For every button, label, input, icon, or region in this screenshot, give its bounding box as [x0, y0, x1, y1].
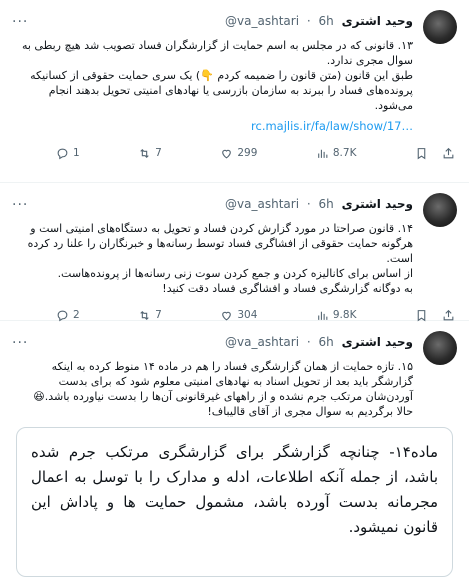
author-name[interactable]: وحید اشتری — [342, 197, 413, 211]
views-icon — [318, 311, 328, 320]
like-count: 299 — [237, 147, 258, 159]
views-button[interactable]: 8.7K — [316, 147, 357, 160]
tweet-text: ۱۵. تازه حمایت از همان گزارشگری فساد را … — [12, 359, 457, 419]
more-options-icon[interactable]: ··· — [12, 335, 28, 351]
tweet[interactable]: وحید اشتری @va_ashtari · 6h ··· ۱۵. تازه… — [0, 321, 469, 583]
tweet-paragraph: حالا برگردیم به سوال مجری از آقای قالیبا… — [207, 405, 413, 418]
like-button[interactable]: 299 — [220, 147, 257, 160]
action-bar: 1 7 299 8.7K — [12, 138, 457, 168]
views-button[interactable]: 9.8K — [316, 309, 357, 322]
tweet-header: وحید اشتری @va_ashtari · 6h ··· — [12, 191, 457, 227]
reply-button[interactable]: 1 — [56, 147, 80, 160]
views-icon — [318, 149, 328, 158]
tweet-paragraph: طبق این قانون (متن قانون را ضمیمه کردم 👇… — [30, 69, 413, 112]
retweet-count: 7 — [155, 147, 162, 159]
bookmark-icon[interactable] — [415, 309, 428, 322]
timestamp[interactable]: 6h — [319, 197, 334, 211]
tweet-meta: وحید اشتری @va_ashtari · 6h — [225, 14, 413, 28]
tweet-paragraph: به دوگانه گزارشگری فساد و افشاگری فساد د… — [162, 282, 413, 295]
retweet-count: 7 — [155, 309, 162, 321]
tweet-paragraph: ۱۴. قانون صراحتا در مورد گزارش کردن فساد… — [27, 222, 413, 265]
heart-icon — [222, 149, 232, 158]
tweet-meta: وحید اشتری @va_ashtari · 6h — [225, 197, 413, 211]
author-handle[interactable]: @va_ashtari — [225, 335, 299, 349]
reply-button[interactable]: 2 — [56, 309, 80, 322]
retweet-button[interactable]: 7 — [138, 309, 162, 322]
author-name[interactable]: وحید اشتری — [342, 14, 413, 28]
author-handle[interactable]: @va_ashtari — [225, 14, 299, 28]
retweet-icon — [140, 310, 149, 320]
tweet[interactable]: وحید اشتری @va_ashtari · 6h ··· ۱۳. قانو… — [0, 0, 469, 183]
bookmark-icon[interactable] — [415, 147, 428, 160]
reply-icon — [57, 310, 68, 321]
separator-dot: · — [306, 14, 311, 28]
tweet-paragraph: از اساس برای کانالیزه کردن و جمع کردن سو… — [57, 267, 413, 280]
views-count: 9.8K — [332, 309, 357, 321]
quoted-law-article[interactable]: ماده۱۴- چنانچه گزارشگر برای گزارشگری مرت… — [16, 427, 453, 577]
like-count: 304 — [237, 309, 258, 321]
timestamp[interactable]: 6h — [319, 335, 334, 349]
share-icon[interactable] — [442, 309, 455, 322]
tweet[interactable]: وحید اشتری @va_ashtari · 6h ··· ۱۴. قانو… — [0, 183, 469, 321]
more-options-icon[interactable]: ··· — [12, 197, 28, 213]
tweet-meta: وحید اشتری @va_ashtari · 6h — [225, 335, 413, 349]
avatar[interactable] — [423, 331, 457, 365]
like-button[interactable]: 304 — [220, 309, 257, 322]
tweet-paragraph: ۱۳. قانونی که در مجلس به اسم حمایت از گز… — [21, 39, 413, 67]
avatar[interactable] — [423, 10, 457, 44]
heart-icon — [222, 311, 232, 320]
separator-dot: · — [306, 335, 311, 349]
more-options-icon[interactable]: ··· — [12, 14, 28, 30]
reply-count: 2 — [73, 309, 80, 321]
tweet-link[interactable]: rc.majlis.ir/fa/law/show/17… — [16, 119, 413, 134]
views-count: 8.7K — [332, 147, 357, 159]
author-handle[interactable]: @va_ashtari — [225, 197, 299, 211]
timestamp[interactable]: 6h — [319, 14, 334, 28]
reply-count: 1 — [73, 147, 80, 159]
share-icon[interactable] — [442, 147, 455, 160]
avatar[interactable] — [423, 193, 457, 227]
author-name[interactable]: وحید اشتری — [342, 335, 413, 349]
retweet-icon — [140, 148, 149, 158]
reply-icon — [57, 148, 68, 159]
retweet-button[interactable]: 7 — [138, 147, 162, 160]
tweet-header: وحید اشتری @va_ashtari · 6h ··· — [12, 329, 457, 365]
tweet-text: ۱۳. قانونی که در مجلس به اسم حمایت از گز… — [12, 38, 457, 134]
tweet-text: ۱۴. قانون صراحتا در مورد گزارش کردن فساد… — [12, 221, 457, 296]
tweet-header: وحید اشتری @va_ashtari · 6h ··· — [12, 8, 457, 44]
separator-dot: · — [306, 197, 311, 211]
tweet-paragraph: ۱۵. تازه حمایت از همان گزارشگری فساد را … — [33, 360, 413, 403]
